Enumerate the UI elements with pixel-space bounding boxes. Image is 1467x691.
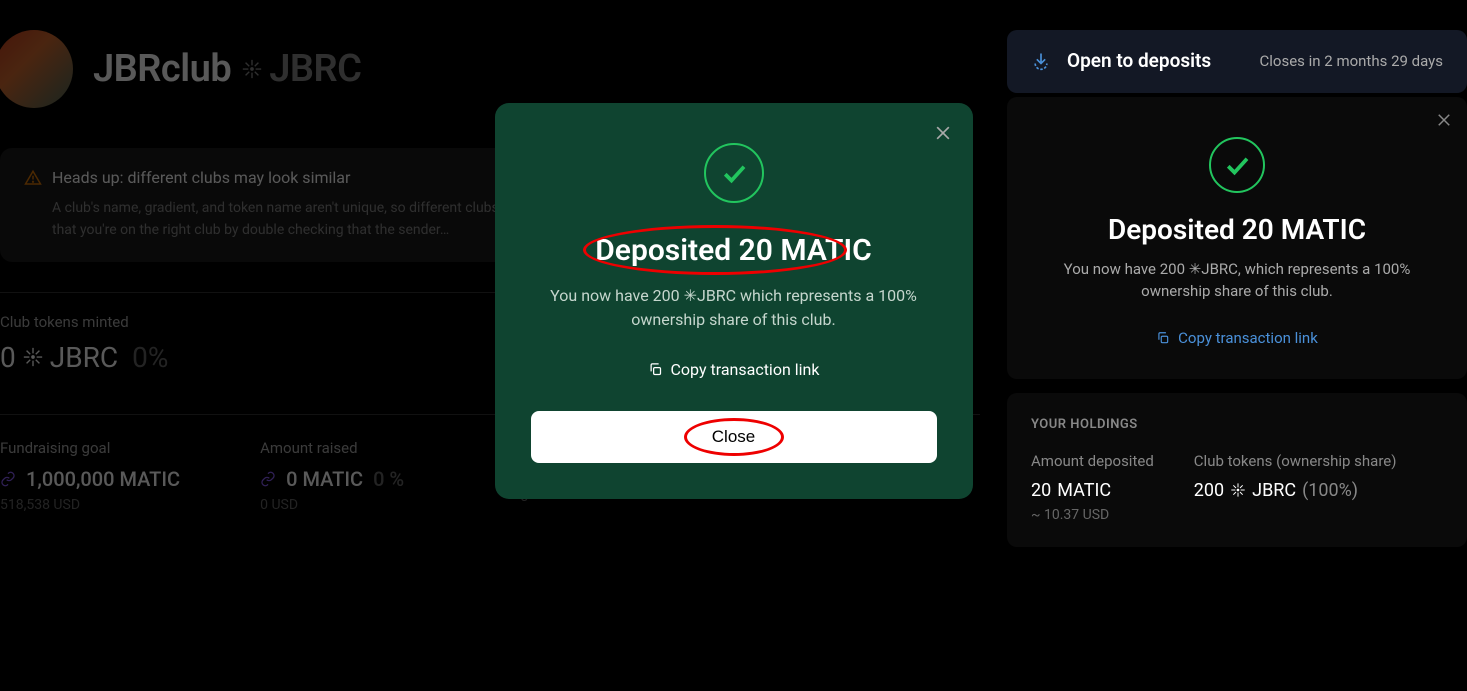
close-button[interactable]: Close	[531, 411, 937, 463]
copy-icon	[648, 362, 663, 377]
modal-subtitle: You now have 200 ✳JBRC which represents …	[531, 284, 937, 332]
deposit-success-modal: Deposited 20 MATIC You now have 200 ✳JBR…	[495, 103, 973, 499]
modal-overlay: Deposited 20 MATIC You now have 200 ✳JBR…	[0, 0, 1467, 691]
close-icon[interactable]	[933, 123, 953, 147]
modal-title: Deposited 20 MATIC	[595, 233, 871, 268]
check-circle-icon	[704, 143, 764, 203]
copy-transaction-link[interactable]: Copy transaction link	[648, 360, 820, 379]
